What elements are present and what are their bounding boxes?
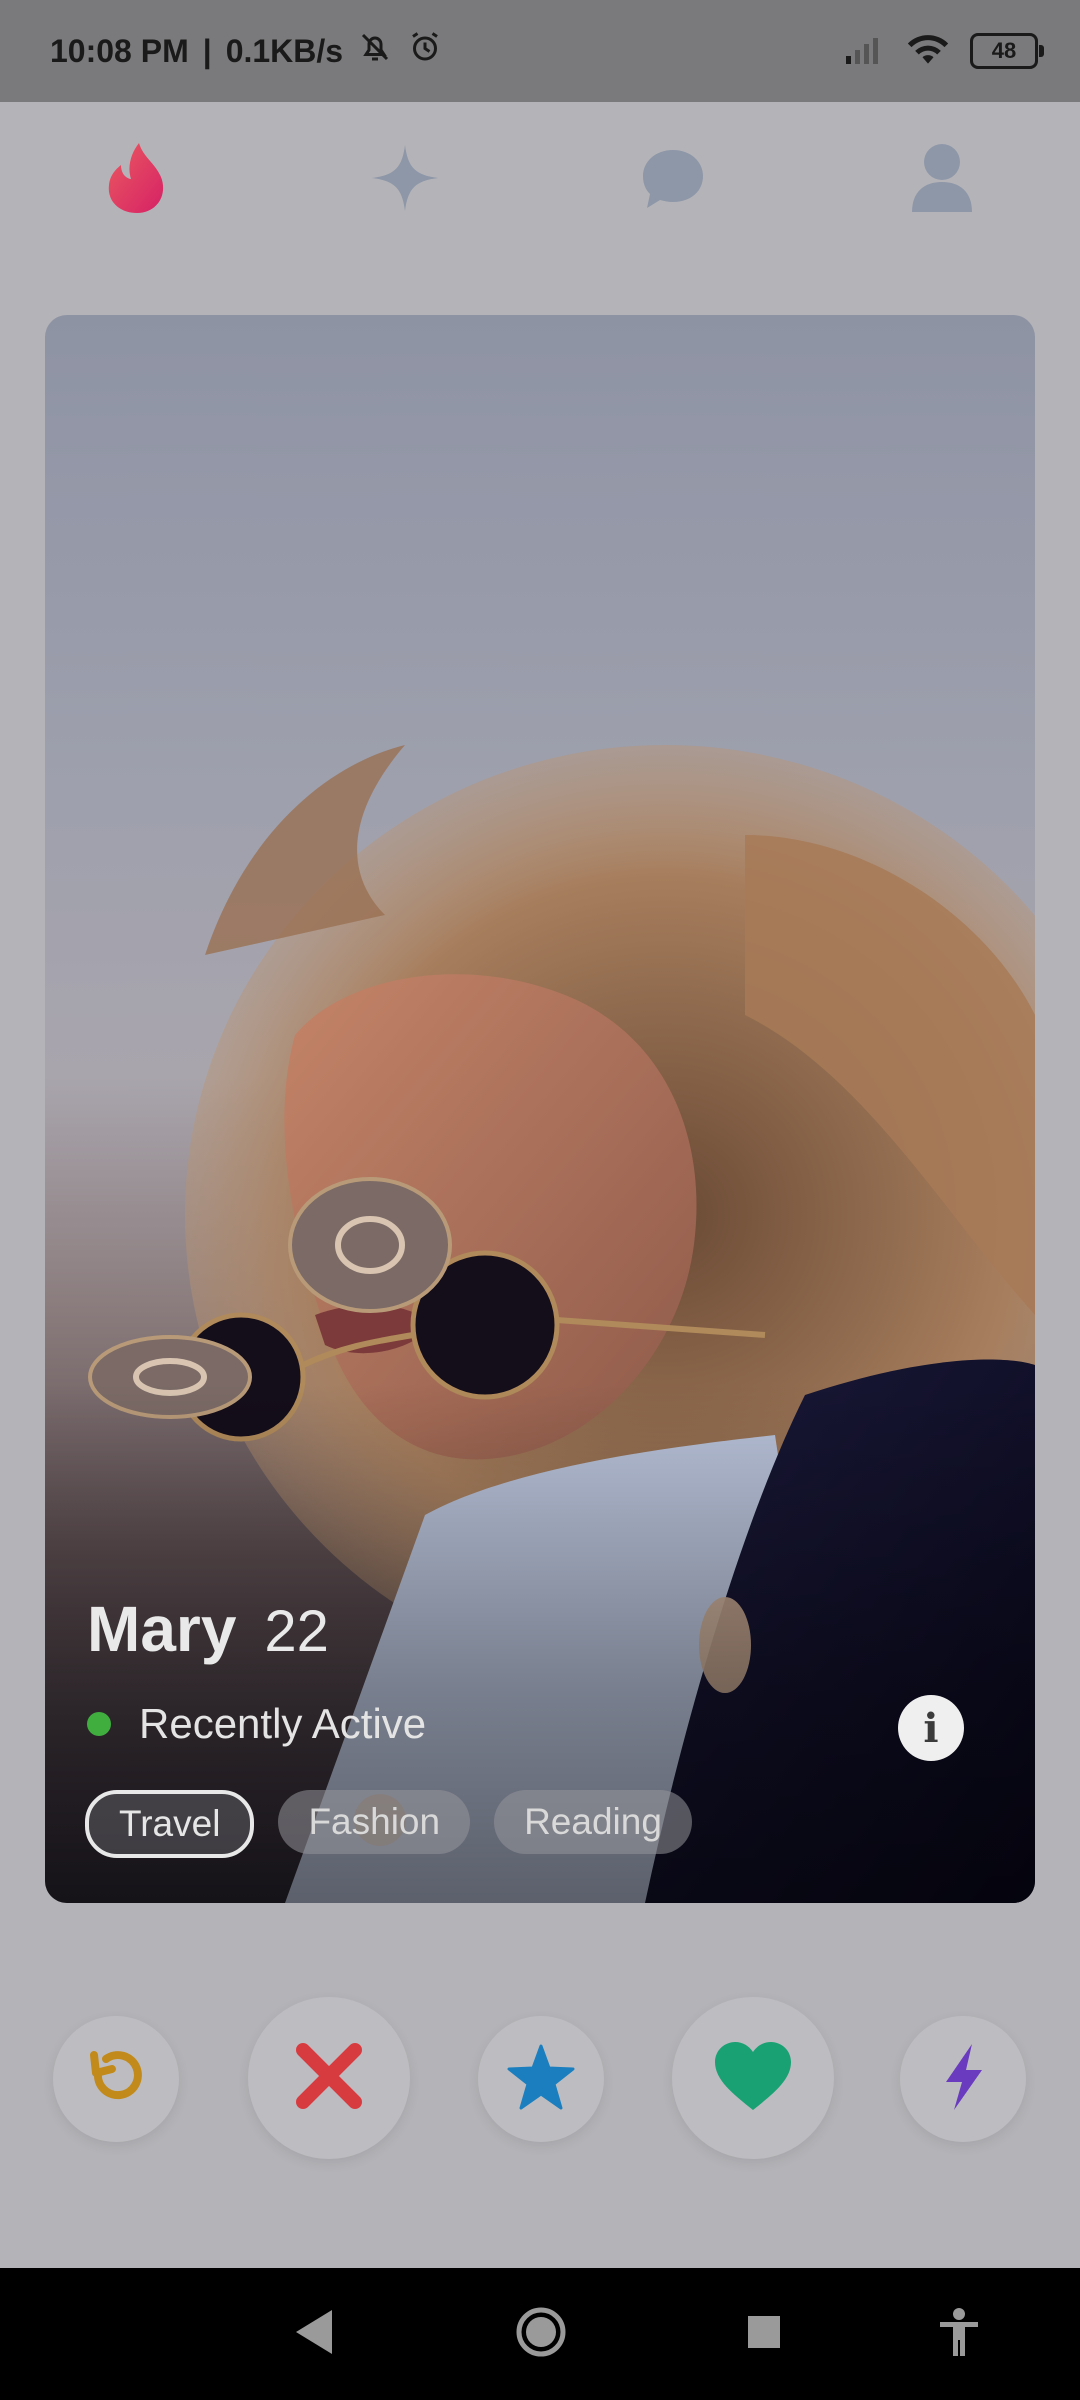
rewind-icon	[84, 2045, 148, 2114]
status-right: 48	[844, 0, 1044, 102]
name-age-row: Mary 22	[87, 1592, 329, 1666]
bell-muted-icon	[357, 29, 393, 73]
signal-icon	[844, 34, 886, 69]
interest-tag[interactable]: Fashion	[278, 1790, 471, 1854]
battery-icon: 48	[970, 33, 1044, 69]
boost-button[interactable]	[900, 2016, 1026, 2142]
status-bar: 10:08 PM | 0.1KB/s 48	[0, 0, 1080, 102]
status-time: 10:08 PM	[50, 32, 189, 69]
profile-age: 22	[264, 1599, 329, 1664]
battery-level: 48	[991, 38, 1017, 63]
info-icon: i	[923, 1704, 939, 1752]
wifi-icon	[906, 32, 950, 71]
super-like-icon	[507, 2044, 575, 2115]
profile-card[interactable]: Mary 22 Recently Active i Travel Fashion…	[45, 315, 1035, 1903]
like-button[interactable]	[672, 1997, 834, 2159]
boost-icon	[938, 2042, 988, 2117]
nope-button[interactable]	[248, 1997, 410, 2159]
nope-icon	[293, 2040, 365, 2117]
activity-status: Recently Active	[87, 1700, 426, 1748]
recents-icon[interactable]	[746, 2306, 782, 2358]
interest-tag[interactable]: Travel	[85, 1790, 255, 1858]
flame-icon[interactable]	[102, 140, 172, 216]
rewind-button[interactable]	[53, 2016, 179, 2142]
interest-tags: Travel Fashion Reading	[85, 1790, 692, 1858]
sparkle-icon[interactable]	[370, 140, 440, 216]
accessibility-icon[interactable]	[938, 2306, 980, 2358]
status-left: 10:08 PM | 0.1KB/s	[50, 0, 443, 102]
system-navigation-bar	[0, 2268, 1080, 2400]
top-navigation	[0, 102, 1080, 257]
home-icon[interactable]	[515, 2306, 567, 2358]
network-speed: 0.1KB/s	[225, 32, 344, 69]
profile-icon[interactable]	[907, 140, 977, 216]
info-button[interactable]: i	[898, 1695, 964, 1761]
alarm-icon	[407, 29, 443, 73]
like-icon	[713, 2040, 793, 2117]
activity-status-label: Recently Active	[139, 1700, 427, 1747]
back-icon[interactable]	[290, 2306, 336, 2358]
profile-name: Mary	[87, 1593, 237, 1665]
chat-bubble-icon[interactable]	[638, 140, 708, 216]
active-dot-icon	[87, 1712, 111, 1736]
status-separator: |	[202, 32, 212, 69]
interest-tag[interactable]: Reading	[494, 1790, 692, 1854]
super-like-button[interactable]	[478, 2016, 604, 2142]
